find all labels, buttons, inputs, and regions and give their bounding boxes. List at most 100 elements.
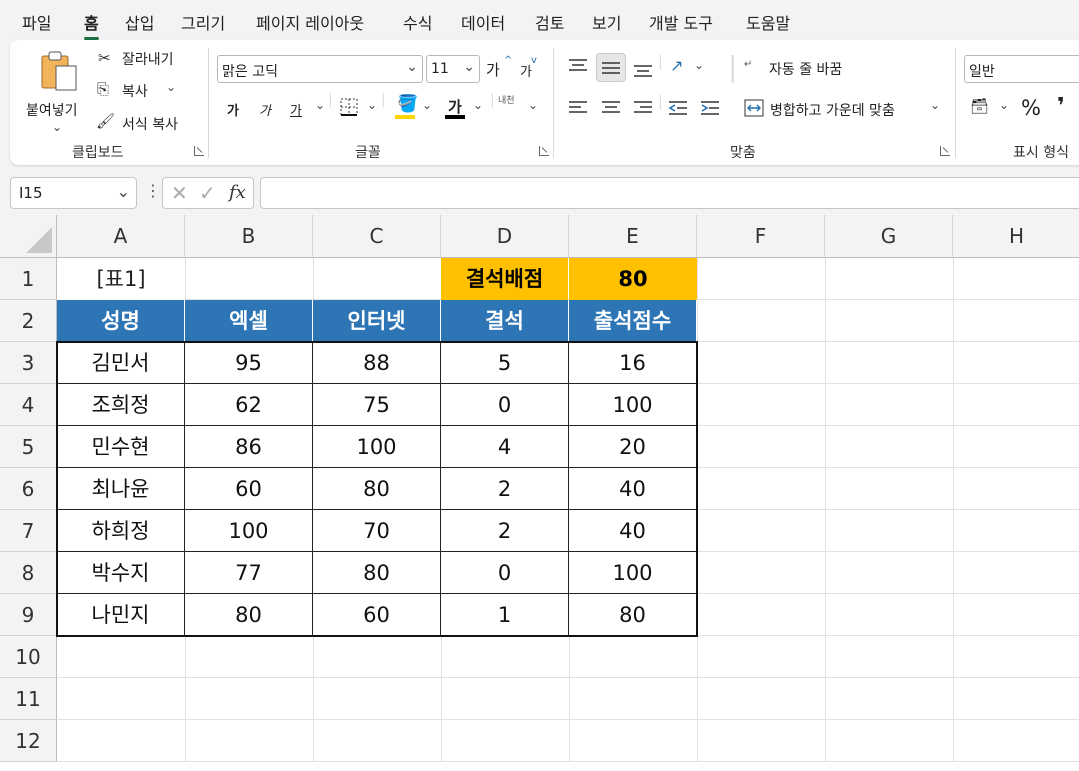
check-icon[interactable]: ✓: [199, 181, 216, 205]
cell-a7[interactable]: 하희정: [57, 510, 185, 552]
align-bottom-icon[interactable]: [633, 62, 653, 78]
percent-button[interactable]: %: [1021, 96, 1041, 120]
cell-d6[interactable]: 2: [441, 468, 569, 510]
alignment-launcher-icon[interactable]: [940, 146, 950, 156]
column-header-g[interactable]: G: [825, 215, 953, 258]
column-header-f[interactable]: F: [697, 215, 825, 258]
row-header-10[interactable]: 10: [0, 636, 57, 678]
format-painter-button[interactable]: 서식 복사: [122, 114, 178, 134]
cell-a5[interactable]: 민수현: [57, 426, 185, 468]
tab-home[interactable]: 홈: [84, 10, 99, 40]
cell-a9[interactable]: 나민지: [57, 594, 185, 636]
cell-d9[interactable]: 1: [441, 594, 569, 636]
row-header-4[interactable]: 4: [0, 384, 57, 426]
merge-center-button[interactable]: 병합하고 가운데 맞춤: [770, 100, 895, 120]
accounting-format-icon[interactable]: 🗃: [970, 97, 989, 115]
cell-d7[interactable]: 2: [441, 510, 569, 552]
cell-b5[interactable]: 86: [185, 426, 313, 468]
cell-a4[interactable]: 조희정: [57, 384, 185, 426]
cell-e3[interactable]: 16: [569, 342, 697, 384]
worksheet-grid[interactable]: A B C D E F G H 1 2 3 4 5 6 7 8 9 10 11 12 [표1] 결석배점 80 성명 엑셀 인터넷…: [0, 215, 1079, 771]
cell-b4[interactable]: 62: [185, 384, 313, 426]
cell-b6[interactable]: 60: [185, 468, 313, 510]
cell-c8[interactable]: 80: [313, 552, 441, 594]
column-header-a[interactable]: A: [57, 215, 185, 258]
tab-file[interactable]: 파일: [22, 10, 51, 34]
font-color-button[interactable]: 가: [448, 96, 462, 117]
font-size-combo[interactable]: 11 ⌄: [426, 55, 480, 83]
column-header-b[interactable]: B: [185, 215, 313, 258]
chevron-down-icon[interactable]: ⌄: [473, 98, 483, 112]
row-header-2[interactable]: 2: [0, 300, 57, 342]
column-header-h[interactable]: H: [953, 215, 1079, 258]
cell-c3[interactable]: 88: [313, 342, 441, 384]
decrease-indent-icon[interactable]: [668, 100, 688, 116]
cell-d1[interactable]: 결석배점: [441, 258, 569, 300]
row-header-12[interactable]: 12: [0, 720, 57, 762]
cell-a3[interactable]: 김민서: [57, 342, 185, 384]
fill-color-icon[interactable]: 🪣: [397, 94, 418, 114]
cell-c7[interactable]: 70: [313, 510, 441, 552]
cell-e4[interactable]: 100: [569, 384, 697, 426]
cell-d3[interactable]: 5: [441, 342, 569, 384]
cut-button[interactable]: 잘라내기: [122, 49, 174, 69]
cell-e7[interactable]: 40: [569, 510, 697, 552]
align-middle-button[interactable]: [596, 53, 626, 82]
chevron-down-icon[interactable]: ⌄: [166, 80, 176, 94]
row-header-8[interactable]: 8: [0, 552, 57, 594]
cell-b3[interactable]: 95: [185, 342, 313, 384]
number-format-combo[interactable]: 일반: [964, 55, 1079, 83]
cell-c4[interactable]: 75: [313, 384, 441, 426]
paste-button[interactable]: 붙여넣기 ⌄: [24, 48, 86, 134]
cell-c6[interactable]: 80: [313, 468, 441, 510]
chevron-down-icon[interactable]: ⌄: [52, 120, 62, 134]
more-options-icon[interactable]: ⋮: [145, 181, 161, 200]
cell-a1[interactable]: [표1]: [57, 258, 185, 300]
copy-button[interactable]: 복사: [122, 81, 148, 101]
increase-indent-icon[interactable]: [700, 100, 720, 116]
chevron-down-icon[interactable]: ⌄: [422, 98, 432, 112]
header-cell-e2[interactable]: 출석점수: [569, 300, 697, 342]
cell-e9[interactable]: 80: [569, 594, 697, 636]
orientation-icon[interactable]: ↗: [670, 56, 683, 75]
comma-button[interactable]: ❜: [1057, 94, 1065, 119]
column-header-d[interactable]: D: [441, 215, 569, 258]
cell-e8[interactable]: 100: [569, 552, 697, 594]
tab-help[interactable]: 도움말: [746, 10, 790, 34]
cell-d4[interactable]: 0: [441, 384, 569, 426]
align-right-icon[interactable]: [633, 100, 653, 116]
chevron-down-icon[interactable]: ⌄: [367, 98, 377, 112]
tab-review[interactable]: 검토: [535, 10, 564, 34]
row-header-7[interactable]: 7: [0, 510, 57, 552]
align-left-icon[interactable]: [568, 100, 588, 116]
tab-view[interactable]: 보기: [592, 10, 621, 34]
row-header-9[interactable]: 9: [0, 594, 57, 636]
cell-e6[interactable]: 40: [569, 468, 697, 510]
header-cell-c2[interactable]: 인터넷: [313, 300, 441, 342]
increase-font-button[interactable]: 가: [486, 59, 500, 80]
cell-e5[interactable]: 20: [569, 426, 697, 468]
underline-button[interactable]: 가: [290, 100, 302, 119]
chevron-down-icon[interactable]: ⌄: [528, 98, 538, 112]
cell-c5[interactable]: 100: [313, 426, 441, 468]
wrap-text-button[interactable]: 자동 줄 바꿈: [769, 59, 842, 79]
row-header-5[interactable]: 5: [0, 426, 57, 468]
column-header-c[interactable]: C: [313, 215, 441, 258]
clipboard-launcher-icon[interactable]: [194, 146, 204, 156]
cell-d8[interactable]: 0: [441, 552, 569, 594]
tab-insert[interactable]: 삽입: [125, 10, 154, 34]
phonetic-button[interactable]: 내천: [498, 96, 520, 106]
cell-b7[interactable]: 100: [185, 510, 313, 552]
chevron-down-icon[interactable]: ⌄: [930, 98, 940, 112]
row-header-3[interactable]: 3: [0, 342, 57, 384]
chevron-down-icon[interactable]: ⌄: [694, 58, 704, 72]
insert-function-button[interactable]: fx: [229, 182, 246, 203]
tab-page-layout[interactable]: 페이지 레이아웃: [256, 10, 364, 34]
tab-draw[interactable]: 그리기: [181, 10, 225, 34]
select-all-button[interactable]: [0, 215, 57, 258]
cell-c9[interactable]: 60: [313, 594, 441, 636]
align-center-icon[interactable]: [601, 100, 621, 116]
chevron-down-icon[interactable]: ⌄: [999, 98, 1009, 112]
tab-developer[interactable]: 개발 도구: [649, 10, 713, 34]
cell-d5[interactable]: 4: [441, 426, 569, 468]
